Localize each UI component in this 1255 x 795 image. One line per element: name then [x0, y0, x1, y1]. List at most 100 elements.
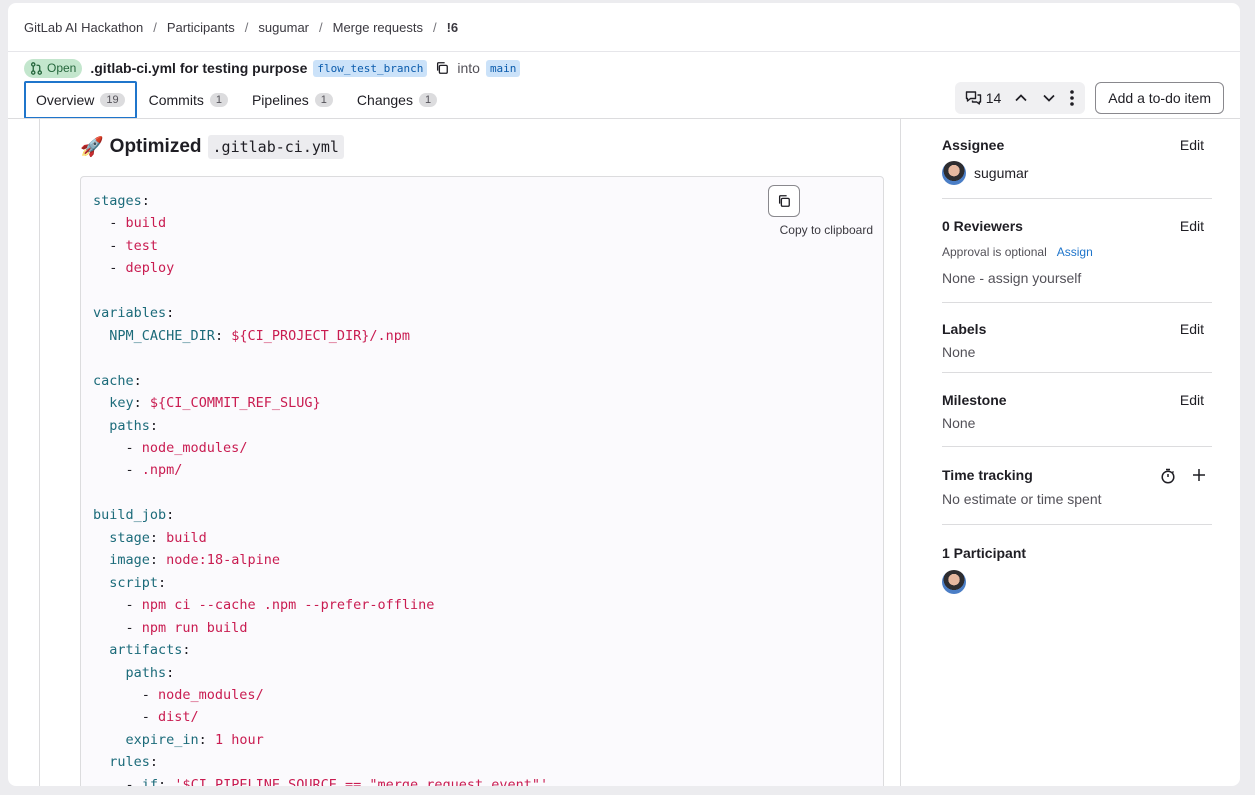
tab-count: 1	[418, 93, 438, 107]
add-time-icon[interactable]	[1192, 468, 1206, 485]
tab-commits[interactable]: Commits 1	[137, 81, 240, 119]
edit-reviewers-button[interactable]: Edit	[1180, 218, 1204, 234]
code-content: stages: - build - test - deploy variable…	[81, 177, 883, 786]
approval-row: Approval is optional Assign	[942, 243, 1093, 259]
merge-request-page: GitLab AI Hackathon / Participants / sug…	[8, 3, 1240, 786]
yaml-key: rules	[109, 754, 150, 771]
breadcrumb-item[interactable]: Merge requests	[333, 20, 423, 35]
code-line: cache:	[93, 370, 871, 392]
yaml-key: NPM_CACHE_DIR	[109, 327, 215, 344]
yaml-punct: :	[149, 417, 159, 434]
milestone-title: Milestone	[942, 392, 1007, 408]
copy-code-button[interactable]	[768, 185, 800, 217]
yaml-value: npm ci --cache .npm --prefer-offline	[141, 597, 435, 614]
yaml-punct: :	[158, 776, 175, 786]
breadcrumb: GitLab AI Hackathon / Participants / sug…	[24, 17, 458, 37]
code-line: - npm run build	[93, 617, 871, 639]
breadcrumb-separator: /	[153, 19, 157, 35]
yaml-value: npm run build	[141, 619, 248, 636]
assign-reviewer-link[interactable]: Assign	[1057, 245, 1093, 259]
yaml-punct	[93, 395, 109, 411]
mr-actions: 14 Add a to-do item	[954, 82, 1224, 114]
code-block[interactable]: stages: - build - test - deploy variable…	[80, 176, 884, 786]
code-line: script:	[93, 572, 871, 594]
chevron-up-icon	[1015, 94, 1027, 102]
code-line: paths:	[93, 415, 871, 437]
source-branch[interactable]: flow_test_branch	[313, 59, 428, 77]
into-label: into	[457, 60, 480, 76]
breadcrumb-separator: /	[244, 19, 249, 35]
merge-request-icon	[30, 61, 43, 75]
yaml-value: '$CI_PIPELINE_SOURCE == "merge_request_e…	[174, 776, 549, 786]
heading-code: .gitlab-ci.yml	[207, 135, 344, 159]
tab-changes[interactable]: Changes 1	[345, 81, 449, 119]
yaml-key: if	[141, 776, 159, 786]
yaml-value: build	[166, 529, 207, 546]
stopwatch-icon[interactable]	[1160, 468, 1176, 487]
heading-text: Optimized	[109, 136, 202, 157]
yaml-punct: :	[149, 529, 167, 546]
assign-yourself-link[interactable]: None - assign yourself	[942, 270, 1081, 286]
comments-count: 14	[985, 90, 1002, 106]
previous-comment-button[interactable]	[1007, 82, 1035, 114]
participants-title: 1 Participant	[942, 545, 1027, 561]
breadcrumb-item[interactable]: Participants	[167, 20, 235, 35]
yaml-value: build	[125, 215, 167, 232]
code-line: expire_in: 1 hour	[93, 729, 871, 751]
code-line: image: node:18-alpine	[93, 549, 871, 571]
more-actions-button[interactable]	[1063, 82, 1081, 114]
target-branch[interactable]: main	[485, 59, 521, 77]
thread-rule	[39, 119, 40, 786]
labels-title: Labels	[942, 321, 987, 337]
code-line: - .npm/	[93, 459, 871, 481]
code-line: - node_modules/	[93, 684, 871, 706]
assignee-name: sugumar	[974, 165, 1029, 181]
yaml-value: node:18-alpine	[166, 552, 280, 569]
yaml-key: image	[109, 552, 150, 569]
yaml-punct: :	[149, 552, 167, 569]
edit-labels-button[interactable]: Edit	[1180, 321, 1204, 337]
yaml-value: .npm/	[141, 462, 183, 479]
reviewers-section: 0 Reviewers Edit Approval is optional Ass…	[942, 199, 1212, 303]
yaml-key: stages	[93, 193, 142, 209]
sidebar-rule	[900, 119, 901, 786]
tab-overview[interactable]: Overview 19	[24, 81, 137, 119]
yaml-value: ${CI_PROJECT_DIR}/.npm	[231, 327, 411, 344]
status-badge: Open	[24, 58, 83, 78]
yaml-punct: -	[93, 776, 142, 786]
edit-assignee-button[interactable]: Edit	[1180, 137, 1204, 153]
yaml-punct	[93, 665, 126, 681]
breadcrumb-item[interactable]: sugumar	[258, 20, 309, 35]
tab-pipelines[interactable]: Pipelines 1	[240, 81, 345, 119]
code-line: - deploy	[93, 257, 871, 279]
time-tracking-value: No estimate or time spent	[942, 491, 1102, 507]
code-line: build_job:	[93, 504, 871, 526]
time-tracking-title: Time tracking	[942, 467, 1033, 483]
copy-branch-icon[interactable]	[435, 61, 449, 75]
code-line: - node_modules/	[93, 437, 871, 459]
code-line: variables:	[93, 302, 871, 324]
yaml-punct: :	[182, 642, 191, 659]
code-line: rules:	[93, 751, 871, 773]
code-line: key: ${CI_COMMIT_REF_SLUG}	[93, 392, 871, 414]
code-line: stage: build	[93, 527, 871, 549]
milestone-section: Milestone Edit None	[942, 373, 1212, 447]
code-line: - dist/	[93, 706, 871, 728]
participant-avatar[interactable]	[942, 570, 966, 594]
yaml-key: paths	[125, 664, 167, 681]
breadcrumb-item[interactable]: GitLab AI Hackathon	[24, 20, 143, 35]
comments-button[interactable]: 14	[959, 82, 1008, 114]
copy-icon	[778, 195, 790, 207]
yaml-value: dist/	[158, 709, 199, 726]
yaml-punct: -	[93, 709, 159, 726]
breadcrumb-current[interactable]: !6	[447, 20, 459, 35]
yaml-value: test	[125, 237, 159, 254]
avatar	[942, 161, 966, 185]
edit-milestone-button[interactable]: Edit	[1180, 392, 1204, 408]
add-todo-button[interactable]: Add a to-do item	[1095, 82, 1224, 114]
assignee-user[interactable]: sugumar	[942, 161, 1028, 185]
next-comment-button[interactable]	[1035, 82, 1063, 114]
